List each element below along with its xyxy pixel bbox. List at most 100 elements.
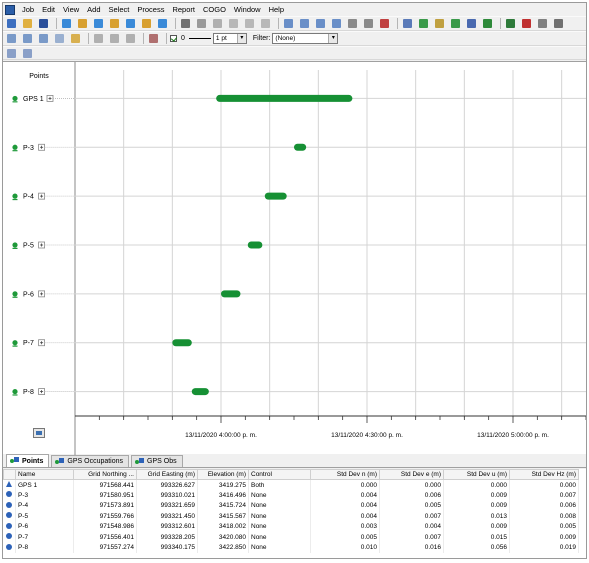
select-tool-icon[interactable] — [5, 33, 18, 45]
occupation-bar-p-5[interactable] — [247, 241, 263, 249]
adjust-network-icon[interactable] — [433, 18, 446, 30]
paste-icon[interactable] — [259, 18, 272, 30]
column-header-std-dev-u[interactable]: Std Dev u (m) — [443, 469, 510, 480]
highlight-icon[interactable] — [69, 33, 82, 45]
survey-data-icon[interactable] — [108, 18, 121, 30]
pan-icon[interactable] — [346, 18, 359, 30]
antenna-icon[interactable] — [520, 18, 533, 30]
line-value: 0 — [181, 35, 185, 42]
cell-sdhz: 0.000 — [509, 479, 579, 490]
forward-icon[interactable] — [21, 47, 34, 59]
column-header-std-dev-e[interactable]: Std Dev e (m) — [379, 469, 444, 480]
column-header-name[interactable]: Name — [15, 469, 74, 480]
points-tab-icon — [10, 457, 19, 465]
undo-icon[interactable] — [195, 18, 208, 30]
menu-cogo[interactable]: COGO — [199, 3, 230, 16]
zoom-in-icon[interactable] — [298, 18, 311, 30]
menu-select[interactable]: Select — [105, 3, 134, 16]
menu-report[interactable]: Report — [168, 3, 199, 16]
text-icon[interactable] — [124, 33, 137, 45]
menu-view[interactable]: View — [59, 3, 83, 16]
column-header-northing[interactable]: Grid Northing ... — [73, 469, 137, 480]
occupation-bar-p-4[interactable] — [264, 192, 287, 200]
table-row[interactable]: P-7 971556.401 993328.205 3420.080 None 0.005… — [3, 532, 579, 543]
cell-elevation: 3418.002 — [197, 521, 249, 532]
cell-control: None — [248, 511, 311, 522]
settings-icon[interactable] — [536, 18, 549, 30]
cell-sdn: 0.003 — [310, 521, 380, 532]
cell-easting: 993321.450 — [136, 511, 198, 522]
snap-icon[interactable] — [37, 33, 50, 45]
column-header-icon[interactable] — [3, 469, 16, 480]
menu-process[interactable]: Process — [133, 3, 168, 16]
time-view-icon[interactable] — [449, 18, 462, 30]
table-row[interactable]: P-3 971580.951 993310.021 3416.496 None 0.004… — [3, 490, 579, 501]
print-icon[interactable] — [179, 18, 192, 30]
occupation-bar-p-6[interactable] — [221, 290, 241, 298]
menu-edit[interactable]: Edit — [38, 3, 59, 16]
node-icon[interactable] — [53, 33, 66, 45]
open-folder-icon[interactable] — [21, 18, 34, 30]
zoom-out-icon[interactable] — [314, 18, 327, 30]
table-row[interactable]: P-5 971559.766 993321.450 3415.567 None 0.004… — [3, 511, 579, 522]
menu-help[interactable]: Help — [265, 3, 288, 16]
point-icon — [12, 340, 18, 346]
axis-settings-button[interactable] — [33, 428, 45, 438]
properties-icon[interactable] — [465, 18, 478, 30]
menu-add[interactable]: Add — [83, 3, 104, 16]
tab-points-label: Points — [22, 457, 44, 465]
column-header-std-dev-hz[interactable]: Std Dev Hz (m) — [509, 469, 579, 480]
report-export-icon[interactable] — [156, 18, 169, 30]
table-row[interactable]: P-6 971548.986 993312.601 3418.002 None 0.003… — [3, 521, 579, 532]
back-icon[interactable] — [5, 47, 18, 59]
column-header-control[interactable]: Control — [248, 469, 311, 480]
chevron-down-icon: ▾ — [328, 34, 338, 43]
tab-gps-occupations[interactable]: GPS Occupations — [51, 455, 130, 467]
import-icon[interactable] — [60, 18, 73, 30]
redo-icon[interactable] — [211, 18, 224, 30]
cell-sdhz: 0.019 — [509, 542, 579, 553]
column-header-std-dev-n[interactable]: Std Dev n (m) — [310, 469, 380, 480]
occupation-bar-p-7[interactable] — [172, 339, 192, 347]
column-header-easting[interactable]: Grid Easting (m) — [136, 469, 198, 480]
select-area-icon[interactable] — [21, 33, 34, 45]
occupation-bar-p-8[interactable] — [191, 388, 209, 396]
delete-icon[interactable] — [147, 33, 160, 45]
zoom-window-icon[interactable] — [330, 18, 343, 30]
line-icon[interactable] — [92, 33, 105, 45]
occupation-bar-gps-1[interactable] — [216, 94, 353, 102]
help-pointer-icon[interactable] — [552, 18, 565, 30]
table-row[interactable]: GPS 1 971568.441 993326.627 3419.275 Both 0.0… — [3, 479, 579, 490]
gis-export-icon[interactable] — [140, 18, 153, 30]
table-header-row: Name Grid Northing ... Grid Easting (m) … — [3, 469, 579, 480]
export-icon[interactable] — [76, 18, 89, 30]
new-job-icon[interactable] — [5, 18, 18, 30]
filter-dropdown[interactable]: (None) ▾ — [272, 33, 339, 44]
table-row[interactable]: P-4 971573.891 993321.659 3415.724 None 0.004… — [3, 500, 579, 511]
line-width-dropdown[interactable]: 1 pt ▾ — [212, 33, 247, 44]
process-baselines-icon[interactable] — [417, 18, 430, 30]
flag-icon[interactable] — [481, 18, 494, 30]
line-style-checkbox[interactable] — [170, 35, 177, 42]
measure-icon[interactable] — [378, 18, 391, 30]
copy-icon[interactable] — [243, 18, 256, 30]
cad-import-icon[interactable] — [124, 18, 137, 30]
save-icon[interactable] — [37, 18, 50, 30]
cut-icon[interactable] — [227, 18, 240, 30]
add-point-icon[interactable] — [504, 18, 517, 30]
orbit-icon[interactable] — [362, 18, 375, 30]
table-row[interactable]: P-8 971557.274 993340.175 3422.850 None 0.010… — [3, 542, 579, 553]
menu-window[interactable]: Window — [230, 3, 265, 16]
arc-icon[interactable] — [108, 33, 121, 45]
cell-sdn: 0.005 — [310, 532, 380, 543]
column-header-elevation[interactable]: Elevation (m) — [197, 469, 249, 480]
gnss-import-icon[interactable] — [92, 18, 105, 30]
cell-name: P-3 — [15, 490, 74, 501]
menu-job[interactable]: Job — [18, 3, 38, 16]
tab-gps-obs[interactable]: GPS Obs — [131, 455, 183, 467]
plan-view-icon[interactable] — [401, 18, 414, 30]
zoom-extents-icon[interactable] — [282, 18, 295, 30]
occupation-bar-p-3[interactable] — [294, 143, 307, 151]
cell-northing: 971568.441 — [73, 479, 137, 490]
tab-points[interactable]: Points — [6, 454, 50, 467]
